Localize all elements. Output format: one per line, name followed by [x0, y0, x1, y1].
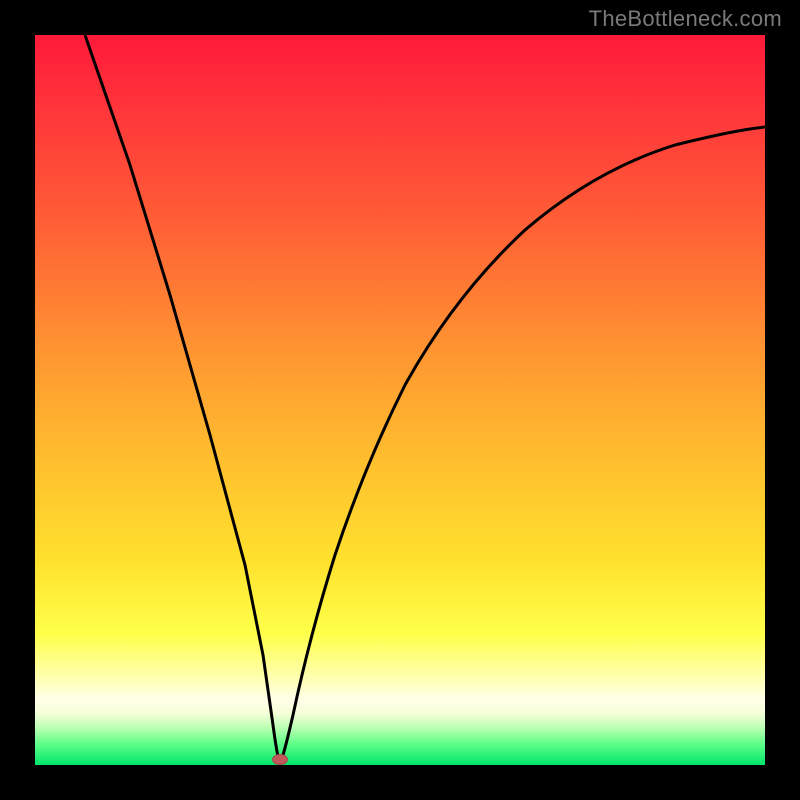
curve-left-branch: [85, 35, 280, 765]
watermark-text: TheBottleneck.com: [589, 6, 782, 32]
curve-right-branch: [280, 127, 765, 765]
minimum-marker: [272, 754, 288, 765]
plot-area: [35, 35, 765, 765]
bottleneck-curve: [35, 35, 765, 765]
chart-frame: TheBottleneck.com: [0, 0, 800, 800]
